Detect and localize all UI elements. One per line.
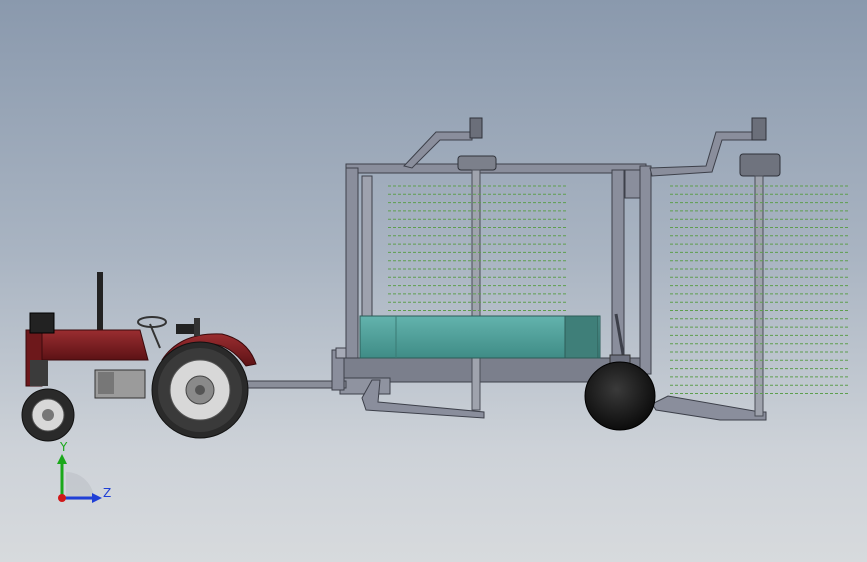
z-axis-arrowhead [92, 493, 102, 503]
y-axis-label: Y [60, 440, 68, 454]
origin-dot [58, 494, 66, 502]
z-axis-label: Z [103, 486, 112, 500]
cad-viewport[interactable]: Y Z [0, 0, 867, 562]
water-tank [359, 315, 601, 359]
tractor [21, 272, 257, 442]
axis-triad [57, 454, 102, 503]
y-axis-arrowhead [57, 454, 67, 464]
boom-mast-right [739, 117, 781, 417]
machine-drawing [21, 117, 848, 503]
